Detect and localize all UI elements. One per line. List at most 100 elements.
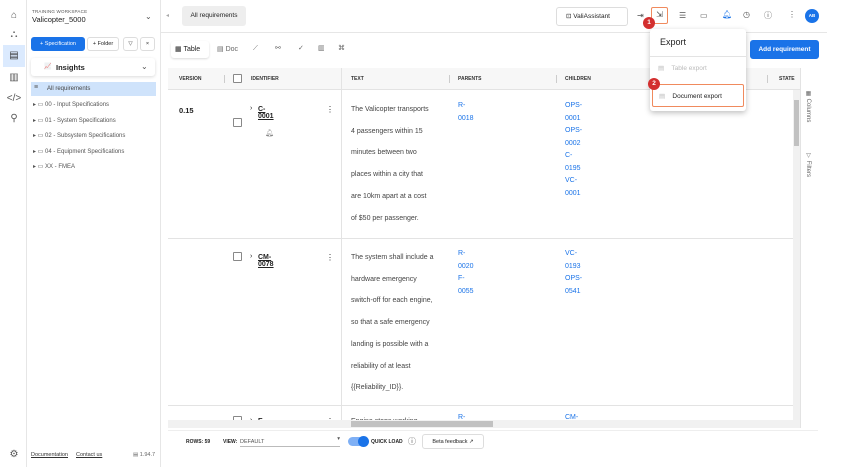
close-icon[interactable]: × — [140, 37, 155, 51]
parents-cell: R-0018 — [458, 100, 474, 125]
filters-label: Filters — [805, 160, 811, 178]
text-line: of $50 per passenger. — [351, 214, 419, 222]
filter-icon[interactable]: ▽ — [123, 37, 138, 51]
expand-chevron-icon[interactable]: › — [250, 253, 252, 260]
rows-value: 59 — [204, 439, 211, 445]
row-checkbox[interactable] — [233, 118, 242, 127]
identifier-link[interactable]: C-0001 — [258, 106, 274, 120]
add-specification-button[interactable]: + Specification — [31, 37, 85, 51]
text-line: landing is possible with a — [351, 340, 429, 348]
menu-item-label: Table export — [671, 65, 707, 72]
documentation-link[interactable]: Documentation — [31, 452, 68, 458]
quick-load-toggle[interactable] — [348, 436, 369, 447]
sidebar-folder[interactable]: ▸ ▭ 02 - Subsystem Specifications — [33, 132, 125, 139]
row-divider — [168, 405, 793, 406]
folder-label: 04 - Equipment Specifications — [45, 149, 125, 155]
parents-cell: R-0019 — [458, 412, 474, 420]
scrollbar-thumb[interactable] — [351, 421, 493, 427]
folder-label: 02 - Subsystem Specifications — [45, 133, 126, 139]
sidebar-item-all-requirements[interactable]: ≡ All requirements — [31, 82, 156, 96]
rows-count: ROWS: 59 — [186, 439, 210, 445]
sidebar-folder[interactable]: ▸ ▭ 04 - Equipment Specifications — [33, 148, 124, 155]
text-cell[interactable]: Engine stops working — [351, 411, 453, 420]
beta-feedback-button[interactable]: Beta feedback ↗ — [422, 434, 484, 449]
workspace-name[interactable]: Valicopter_5000 — [32, 15, 86, 24]
parent-link[interactable]: R-0019 — [458, 412, 474, 420]
vertical-scrollbar[interactable] — [793, 90, 800, 420]
row-checkbox[interactable] — [233, 252, 242, 261]
columns-panel-toggle[interactable]: ▦ Columns — [805, 90, 812, 122]
folder-label: XX - FMEA — [45, 164, 76, 170]
row-more-icon[interactable]: ⋮ — [326, 253, 334, 262]
code-icon[interactable]: </> — [6, 91, 22, 107]
workspace-label: TRAINING WORKSPACE — [32, 9, 88, 14]
text-line: The system shall include a — [351, 254, 434, 261]
insights-dropdown[interactable]: 📈 Insights ⌄ — [31, 58, 155, 76]
child-link[interactable]: OPS-0002 — [565, 125, 582, 150]
export-menu: Export ▤ Table export ▤ Document export — [650, 29, 746, 111]
text-line: 4 passengers within 15 — [351, 127, 423, 135]
sidebar-item-label: All requirements — [47, 86, 91, 92]
child-link[interactable]: OPS-0001 — [565, 100, 582, 125]
view-select[interactable]: DEFAULT ▾ — [240, 436, 340, 447]
parent-link[interactable]: R-0018 — [458, 100, 474, 125]
text-cell[interactable]: The system shall include a hardware emerg… — [351, 247, 453, 399]
text-line: The Valicopter transports — [351, 106, 429, 113]
text-line: {{Reliability_ID}}. — [351, 384, 404, 392]
text-line: minutes between two — [351, 149, 417, 157]
text-cell[interactable]: The Valicopter transports 4 passengers wi… — [351, 99, 453, 229]
text-line: so that a safe emergency — [351, 319, 430, 327]
hierarchy-icon[interactable]: ⛬ — [6, 27, 22, 43]
bell-icon[interactable]: 🔔︎ — [265, 129, 274, 137]
add-folder-button[interactable]: + Folder — [87, 37, 119, 51]
children-cell: VC-0193 OPS-0541 — [565, 248, 582, 298]
avatar[interactable]: AB — [805, 9, 819, 23]
link-icon[interactable]: ⚲ — [6, 111, 22, 127]
contact-link[interactable]: Contact us — [76, 452, 102, 458]
insights-icon: 📈 — [44, 64, 52, 70]
text-line: Engine stops working — [351, 411, 453, 420]
expand-chevron-icon[interactable]: › — [250, 105, 252, 112]
side-panel: ▦ Columns ▽ Filters — [800, 68, 818, 428]
folder-label: 00 - Input Specifications — [45, 102, 110, 108]
clipboard-icon[interactable]: ▤ — [3, 45, 25, 67]
child-link[interactable]: VC-0193 — [565, 248, 582, 273]
parent-link[interactable]: F-0055 — [458, 273, 474, 298]
version-number: ▤ 1.94.7 — [133, 452, 156, 458]
insights-label: Insights — [56, 63, 85, 72]
help-icon[interactable]: ⓘ — [408, 436, 416, 447]
external-link-icon: ↗ — [469, 439, 474, 445]
parents-cell: R-0020 F-0055 — [458, 248, 474, 298]
gear-icon[interactable]: ⚙ — [6, 447, 22, 463]
child-link[interactable]: CM-0077 — [565, 412, 581, 420]
sidebar-folder[interactable]: ▸ ▭ XX - FMEA — [33, 163, 75, 170]
row-more-icon[interactable]: ⋮ — [326, 105, 334, 114]
step-badge-2: 2 — [648, 78, 660, 90]
columns-label: Columns — [805, 98, 811, 123]
parent-link[interactable]: R-0020 — [458, 248, 474, 273]
filters-panel-toggle[interactable]: ▽ Filters — [805, 152, 812, 177]
quick-load-label: QUICK LOAD — [371, 439, 403, 445]
horizontal-scrollbar[interactable] — [168, 420, 800, 428]
identifier-link[interactable]: CM-0078 — [258, 254, 274, 268]
menu-item-document-export[interactable]: ▤ Document export — [652, 84, 744, 107]
version-text: 1.94.7 — [139, 452, 156, 458]
version-cell: 0.15 — [179, 106, 194, 115]
chevron-down-icon[interactable]: ⌄ — [145, 12, 152, 21]
child-link[interactable]: C-0195 — [565, 150, 582, 175]
children-cell: OPS-0001 OPS-0002 C-0195 VC-0001 — [565, 100, 582, 200]
chevron-down-icon: ⌄ — [141, 62, 148, 71]
sidebar-folder[interactable]: ▸ ▭ 01 - System Specifications — [33, 117, 116, 124]
menu-item-table-export[interactable]: ▤ Table export — [658, 64, 707, 72]
child-link[interactable]: OPS-0541 — [565, 273, 582, 298]
chart-icon[interactable]: ▥ — [6, 70, 22, 86]
scrollbar-thumb[interactable] — [794, 100, 799, 146]
sidebar: TRAINING WORKSPACE Valicopter_5000 ⌄ + S… — [27, 0, 161, 467]
sidebar-folder[interactable]: ▸ ▭ 00 - Input Specifications — [33, 101, 109, 108]
step-badge-1: 1 — [643, 17, 655, 29]
word-doc-icon: ▤ — [659, 93, 666, 100]
beta-feedback-label: Beta feedback — [432, 439, 468, 445]
table-footer: ROWS: 59 VIEW: DEFAULT ▾ QUICK LOAD ⓘ Bet… — [168, 430, 818, 452]
child-link[interactable]: VC-0001 — [565, 175, 582, 200]
home-icon[interactable]: ⌂ — [6, 8, 22, 24]
